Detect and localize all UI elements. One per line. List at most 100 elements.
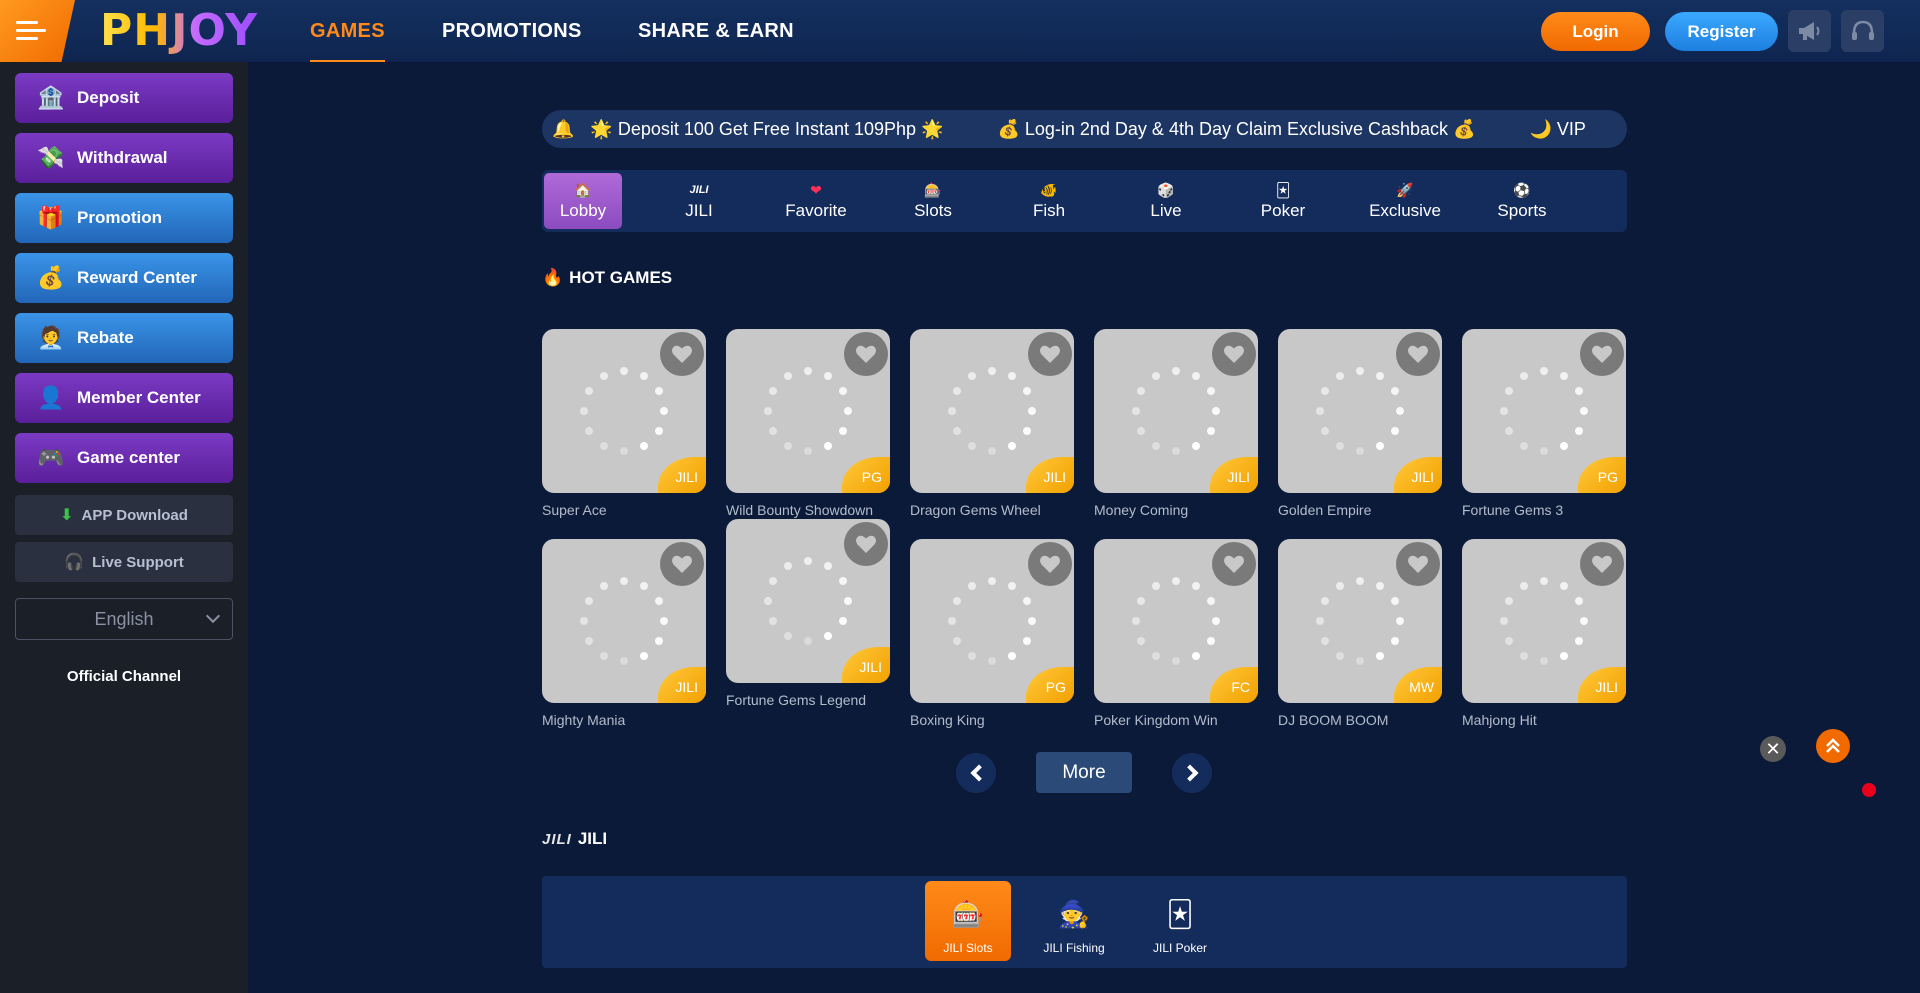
favorite-button[interactable] [660, 542, 704, 586]
live-support-button[interactable]: 🎧 Live Support [15, 542, 233, 582]
game-name[interactable]: Poker Kingdom Win [1094, 712, 1218, 728]
provider-tab-jili-slots[interactable]: 🎰 JILI Slots [925, 881, 1011, 961]
announcement-button[interactable] [1788, 10, 1831, 52]
favorite-button[interactable] [1580, 542, 1624, 586]
favorite-button[interactable] [1396, 332, 1440, 376]
game-card[interactable]: JILI [542, 329, 706, 493]
provider-tab-jili-poker[interactable]: 🃏 JILI Poker [1137, 881, 1223, 961]
loading-spinner-icon [946, 575, 1038, 667]
game-card[interactable]: PG [1462, 329, 1626, 493]
game-card[interactable]: MW [1278, 539, 1442, 703]
nav-tab-share-earn[interactable]: SHARE & EARN [638, 0, 794, 62]
scroll-top-button[interactable] [1816, 729, 1850, 763]
jili-provider-bar: 🎰 JILI Slots 🧙 JILI Fishing 🃏 JILI Poker [542, 876, 1627, 968]
provider-label: JILI Poker [1152, 941, 1208, 955]
tab-slots[interactable]: 🎰 Slots [894, 173, 972, 229]
close-float-button[interactable]: ✕ [1760, 736, 1786, 762]
chevron-left-icon [970, 764, 987, 782]
prev-page-button[interactable] [956, 753, 996, 793]
heart-icon [1592, 345, 1612, 363]
sidebar-item-label: Game center [77, 448, 180, 467]
game-name[interactable]: Boxing King [910, 712, 985, 728]
loading-spinner-icon [1130, 365, 1222, 457]
game-card[interactable]: JILI [910, 329, 1074, 493]
next-page-button[interactable] [1172, 753, 1212, 793]
tab-fish[interactable]: 🐠 Fish [1010, 173, 1088, 229]
game-name[interactable]: Golden Empire [1278, 502, 1371, 518]
game-name[interactable]: Mighty Mania [542, 712, 625, 728]
sidebar: 🏦 Deposit 💸 Withdrawal 🎁 Promotion 💰 Rew… [0, 62, 248, 993]
gamepad-icon: 🎮 [37, 445, 65, 470]
game-card[interactable]: FC [1094, 539, 1258, 703]
fishing-character-icon: 🧙 [1057, 898, 1091, 929]
site-logo[interactable]: PHJOY [100, 8, 258, 54]
favorite-button[interactable] [1580, 332, 1624, 376]
provider-tab-jili-fishing[interactable]: 🧙 JILI Fishing [1031, 881, 1117, 961]
heart-icon [672, 555, 692, 573]
sidebar-item-game-center[interactable]: 🎮 Game center [15, 433, 233, 483]
provider-badge: PG [1026, 667, 1074, 703]
tab-sports[interactable]: ⚽ Sports [1483, 173, 1561, 229]
game-card[interactable]: PG [726, 329, 890, 493]
language-select[interactable]: English [15, 598, 233, 640]
menu-button[interactable] [0, 0, 75, 62]
game-name[interactable]: Wild Bounty Showdown [726, 502, 873, 518]
game-name[interactable]: Dragon Gems Wheel [910, 502, 1041, 518]
tab-favorite[interactable]: ❤ Favorite [777, 173, 855, 229]
sidebar-item-rebate[interactable]: 🧑‍💼 Rebate [15, 313, 233, 363]
game-name[interactable]: Money Coming [1094, 502, 1188, 518]
tab-label: Fish [1032, 201, 1066, 220]
game-name[interactable]: Fortune Gems Legend [726, 692, 866, 708]
provider-badge: PG [1578, 457, 1626, 493]
game-card[interactable]: PG [910, 539, 1074, 703]
sidebar-item-label: Member Center [77, 388, 201, 407]
tab-label: JILI [685, 201, 713, 220]
favorite-button[interactable] [1396, 542, 1440, 586]
tab-label: Sports [1497, 201, 1547, 220]
game-name[interactable]: Fortune Gems 3 [1462, 502, 1563, 518]
favorite-button[interactable] [844, 522, 888, 566]
tab-live[interactable]: 🎲 Live [1127, 173, 1205, 229]
cards-icon: 🃏 [1275, 182, 1291, 198]
support-button[interactable] [1841, 10, 1884, 52]
notification-dot [1862, 783, 1876, 797]
favorite-button[interactable] [1028, 542, 1072, 586]
double-chevron-up-icon [1826, 738, 1840, 753]
favorite-button[interactable] [844, 332, 888, 376]
tab-exclusive[interactable]: 🚀 Exclusive [1361, 173, 1449, 229]
member-icon: 👤 [37, 385, 65, 410]
tab-label: Poker [1260, 201, 1306, 220]
sidebar-item-withdrawal[interactable]: 💸 Withdrawal [15, 133, 233, 183]
sidebar-item-deposit[interactable]: 🏦 Deposit [15, 73, 233, 123]
more-button[interactable]: More [1036, 752, 1132, 793]
heart-icon [1224, 555, 1244, 573]
announcement-ticker[interactable]: 🔔 🌟 Deposit 100 Get Free Instant 109Php … [542, 110, 1627, 148]
app-download-button[interactable]: ⬇ APP Download [15, 495, 233, 535]
game-card[interactable]: JILI [726, 519, 890, 683]
nav-tab-promotions[interactable]: PROMOTIONS [442, 0, 582, 62]
nav-tab-games[interactable]: GAMES [310, 0, 385, 62]
game-card[interactable]: JILI [1094, 329, 1258, 493]
favorite-button[interactable] [660, 332, 704, 376]
game-card[interactable]: JILI [1278, 329, 1442, 493]
sidebar-item-member-center[interactable]: 👤 Member Center [15, 373, 233, 423]
ticker-message: 💰 Log-in 2nd Day & 4th Day Claim Exclusi… [997, 118, 1476, 139]
game-card[interactable]: JILI [1462, 539, 1626, 703]
tab-poker[interactable]: 🃏 Poker [1244, 173, 1322, 229]
heart-icon [672, 345, 692, 363]
favorite-button[interactable] [1212, 542, 1256, 586]
game-name[interactable]: Super Ace [542, 502, 607, 518]
sidebar-item-promotion[interactable]: 🎁 Promotion [15, 193, 233, 243]
favorite-button[interactable] [1028, 332, 1072, 376]
provider-badge: MW [1394, 667, 1442, 703]
sidebar-item-reward-center[interactable]: 💰 Reward Center [15, 253, 233, 303]
tab-jili[interactable]: JILI JILI [660, 173, 738, 229]
game-name[interactable]: Mahjong Hit [1462, 712, 1537, 728]
game-name[interactable]: DJ BOOM BOOM [1278, 712, 1388, 728]
register-button[interactable]: Register [1665, 12, 1778, 51]
tab-lobby[interactable]: 🏠 Lobby [544, 173, 622, 229]
login-button[interactable]: Login [1541, 12, 1650, 51]
provider-label: JILI Slots [943, 941, 993, 955]
game-card[interactable]: JILI [542, 539, 706, 703]
favorite-button[interactable] [1212, 332, 1256, 376]
